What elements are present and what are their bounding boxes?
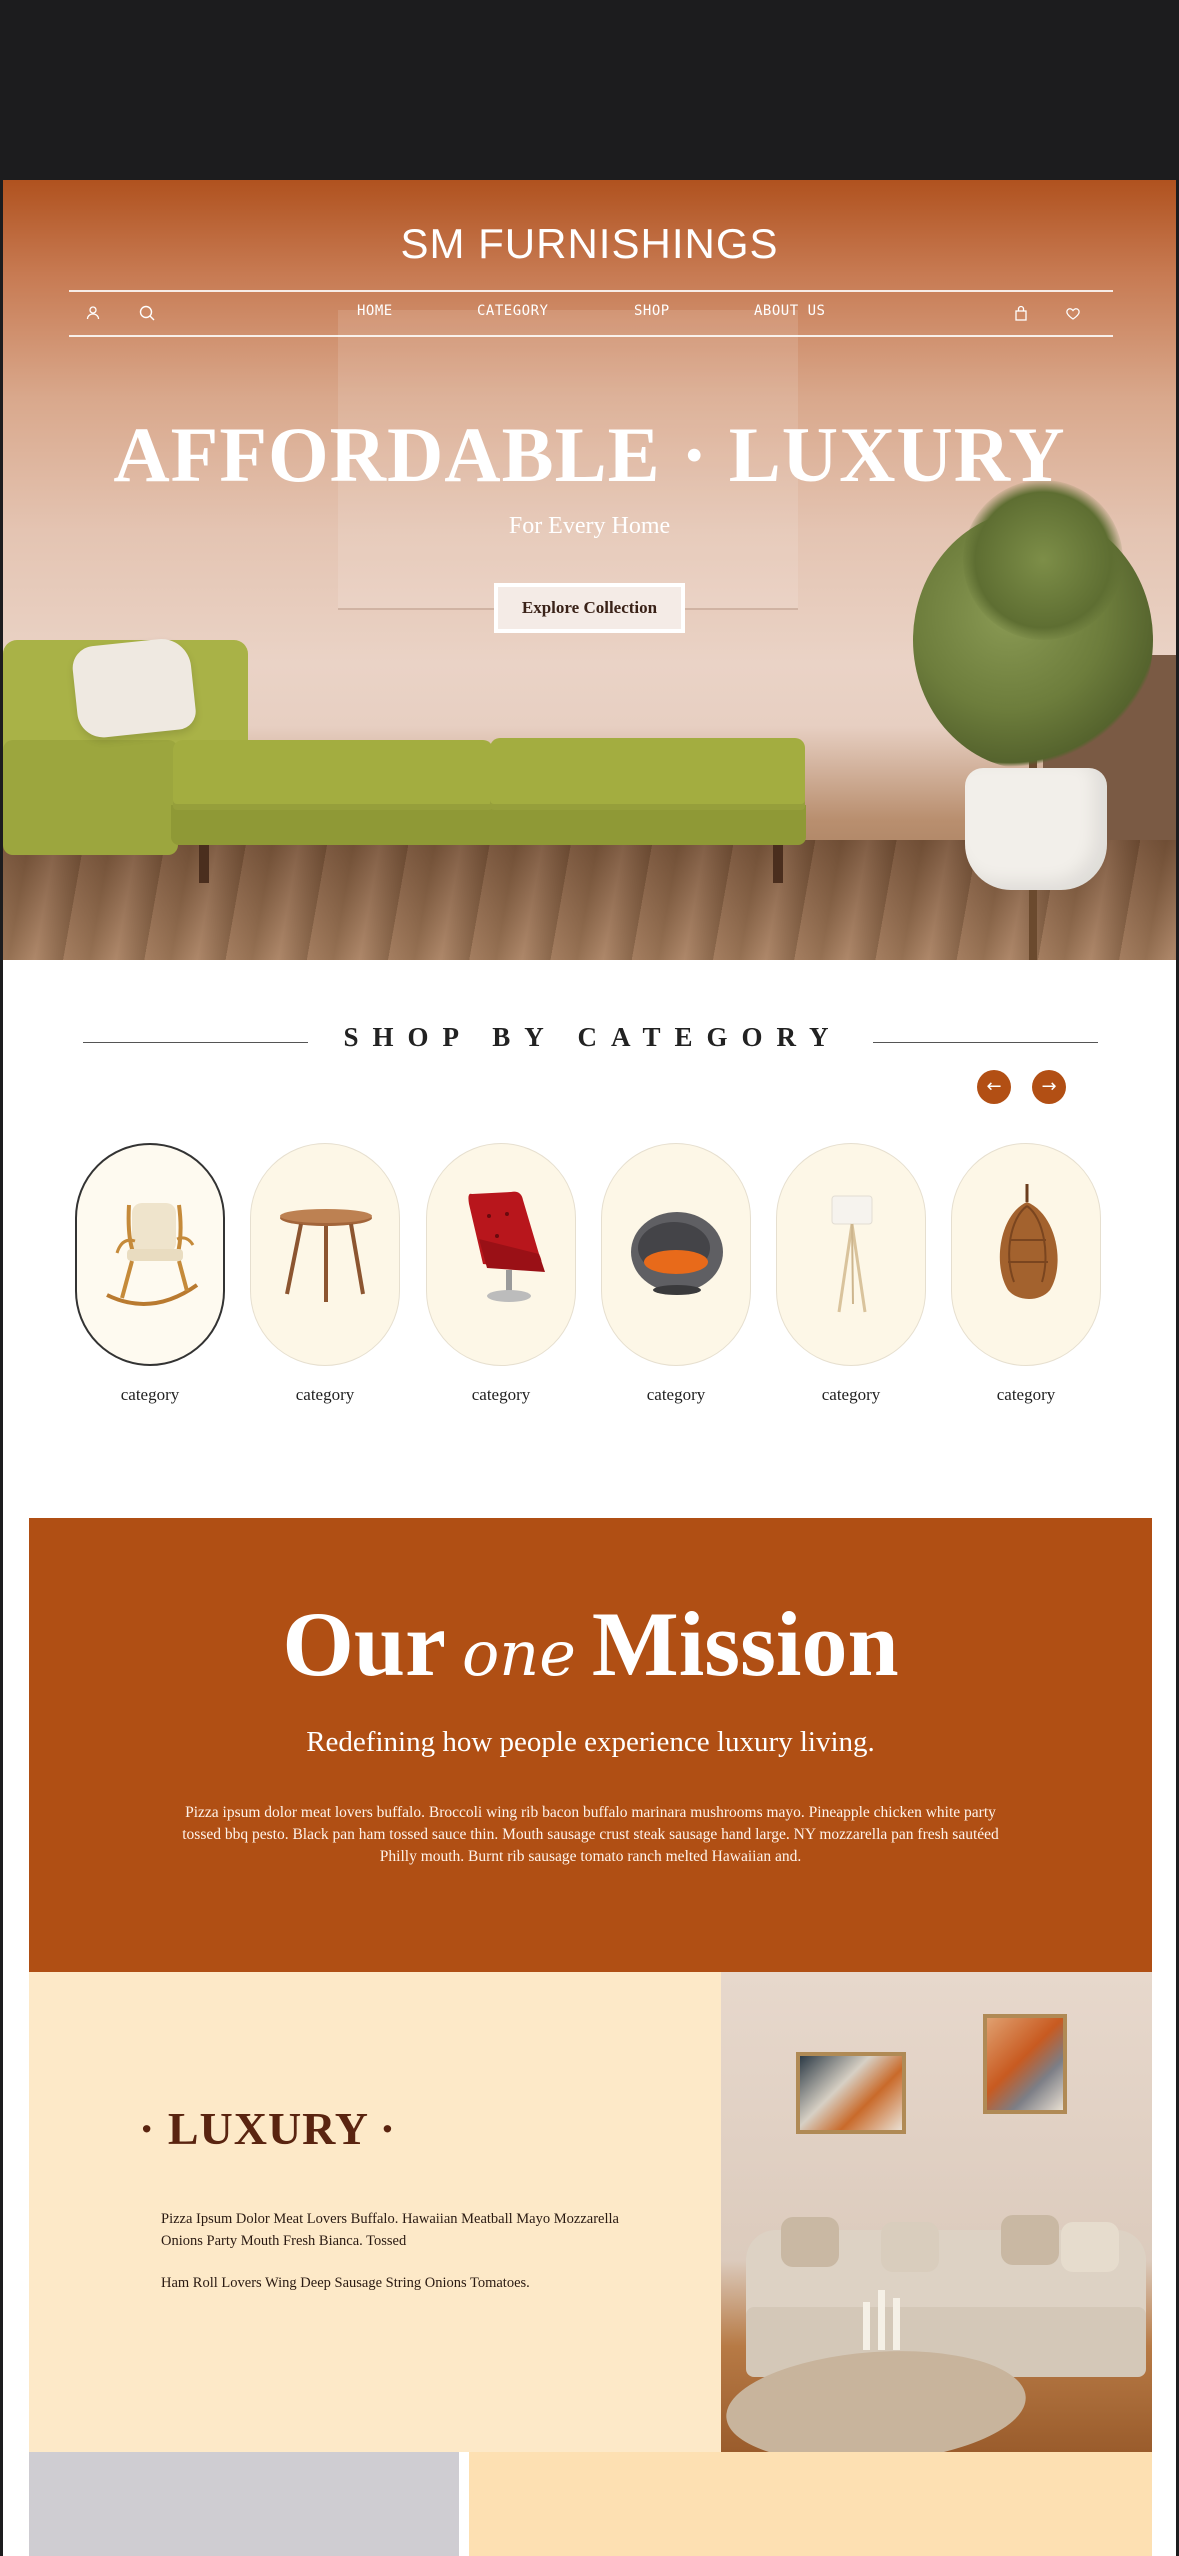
mission-body: Pizza ipsum dolor meat lovers buffalo. B…	[182, 1804, 999, 1865]
wall-art-right	[983, 2014, 1067, 2114]
nav-category[interactable]: CATEGORY	[477, 303, 548, 319]
category-card-side-table[interactable]	[250, 1143, 400, 1366]
mission-title: Our one Mission	[282, 1593, 899, 1695]
user-icon[interactable]	[83, 303, 103, 323]
red-lounge-chair-image	[468, 1191, 545, 1302]
arrow-right-icon[interactable]: →	[1032, 1070, 1066, 1104]
bottom-panel-left	[29, 2452, 459, 2556]
nav-home[interactable]: HOME	[357, 303, 393, 319]
category-divider-right	[873, 1042, 1098, 1043]
category-card-lounge-chair[interactable]	[426, 1143, 576, 1366]
category-label[interactable]: category	[776, 1385, 926, 1405]
heart-icon[interactable]	[1063, 303, 1083, 323]
category-label[interactable]: category	[75, 1385, 225, 1405]
living-room-photo	[721, 1972, 1152, 2452]
hero-section: SM FURNISHINGS HOME CATEGORY SHOP ABOUT …	[3, 180, 1176, 960]
arrow-left-icon[interactable]: ←	[977, 1070, 1011, 1104]
category-divider-left	[83, 1042, 308, 1043]
mission-subtitle: Redefining how people experience luxury …	[306, 1726, 875, 1758]
luxury-section: · LUXURY · Pizza Ipsum Dolor Meat Lovers…	[29, 1972, 721, 2452]
nav-shop[interactable]: SHOP	[634, 303, 670, 319]
explore-collection-label: Explore Collection	[498, 587, 681, 629]
search-icon[interactable]	[137, 303, 157, 323]
category-card-egg-chair[interactable]	[951, 1143, 1101, 1366]
mission-section: Our one Mission Redefining how people expe…	[29, 1518, 1152, 1972]
hanging-egg-chair-image	[999, 1184, 1058, 1299]
plant-pot-image	[965, 768, 1107, 890]
luxury-body: Pizza Ipsum Dolor Meat Lovers Buffalo. H…	[161, 2208, 621, 2294]
category-label[interactable]: category	[951, 1385, 1101, 1405]
side-table-image	[280, 1209, 372, 1302]
pillow-image	[70, 636, 198, 740]
bottom-panel-right	[469, 2452, 1152, 2556]
category-card-floor-lamp[interactable]	[776, 1143, 926, 1366]
candle-icon	[863, 2302, 870, 2350]
brand-logo[interactable]: SM FURNISHINGS	[3, 220, 1176, 268]
nav-divider-bottom	[69, 335, 1113, 337]
hero-subtitle: For Every Home	[508, 513, 671, 539]
category-label[interactable]: category	[426, 1385, 576, 1405]
luxury-title: · LUXURY ·	[139, 2103, 397, 2154]
category-label[interactable]: category	[601, 1385, 751, 1405]
explore-collection-button[interactable]: Explore Collection	[494, 583, 685, 633]
wall-art-left	[796, 2052, 906, 2134]
category-card-rocking-chair[interactable]	[75, 1143, 225, 1366]
nav-about-us[interactable]: ABOUT US	[754, 303, 825, 319]
shopping-bag-icon[interactable]	[1011, 303, 1031, 323]
luxury-paragraph: Pizza Ipsum Dolor Meat Lovers Buffalo. H…	[161, 2211, 619, 2249]
round-pod-chair-image	[631, 1212, 723, 1295]
device-top-bar	[0, 0, 1179, 180]
floor-lamp-image	[831, 1195, 873, 1313]
page: SM FURNISHINGS HOME CATEGORY SHOP ABOUT …	[3, 180, 1176, 2556]
rocking-chair-image	[106, 1203, 199, 1306]
category-label[interactable]: category	[250, 1385, 400, 1405]
main-nav: HOME CATEGORY SHOP ABOUT US	[69, 291, 1113, 335]
category-section-title: SHOP BY CATEGORY	[343, 1022, 843, 1052]
hero-title: AFFORDABLE · LUXURY	[113, 411, 1066, 498]
luxury-paragraph: Ham Roll Lovers Wing Deep Sausage String…	[161, 2275, 530, 2291]
category-card-pod-chair[interactable]	[601, 1143, 751, 1366]
